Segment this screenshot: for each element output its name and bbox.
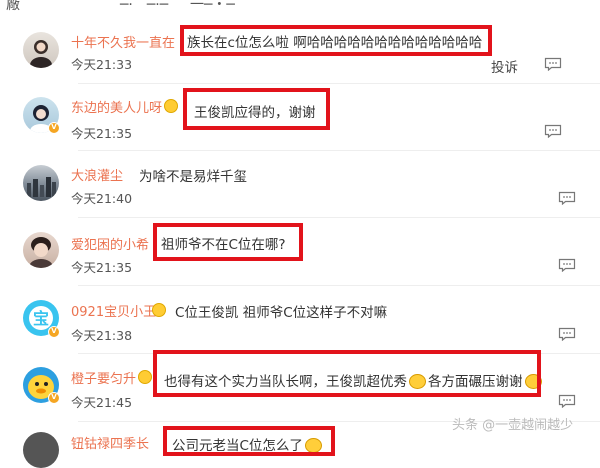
username[interactable]: 0921宝贝小王: [71, 301, 156, 320]
avatar[interactable]: [23, 432, 59, 468]
reply-icon[interactable]: [558, 191, 576, 205]
highlight-box: [183, 88, 330, 130]
fan-badge-icon: [164, 99, 178, 113]
fan-badge-icon: [152, 303, 166, 317]
highlight-box: [153, 223, 303, 261]
username[interactable]: 东边的美人儿呀: [71, 97, 162, 116]
highlight-box: [163, 426, 335, 456]
verified-badge-icon: V: [48, 326, 60, 338]
divider: [78, 217, 600, 218]
username[interactable]: 十年不久我一直在: [71, 32, 175, 51]
reply-icon[interactable]: [558, 327, 576, 341]
timestamp: 今天21:33: [71, 57, 133, 72]
reply-icon[interactable]: [558, 258, 576, 272]
fragment-left: 厰: [6, 0, 20, 13]
username[interactable]: 大浪灌尘: [71, 165, 123, 184]
divider: [78, 285, 600, 286]
verified-badge-icon: V: [48, 392, 60, 404]
fan-badge-icon: [138, 370, 152, 384]
comment-text: 为啥不是易烊千玺: [139, 169, 247, 185]
timestamp: 今天21:35: [71, 260, 133, 275]
avatar[interactable]: [23, 165, 59, 201]
watermark: 头条 @一壶越闹越少: [452, 418, 574, 433]
timestamp: 今天21:35: [71, 126, 133, 141]
verified-badge-icon: V: [48, 122, 60, 134]
highlight-box: [180, 25, 492, 56]
username[interactable]: 爱犯困的小希: [71, 234, 149, 253]
reply-icon[interactable]: [558, 394, 576, 408]
divider: [78, 83, 600, 84]
timestamp: 今天21:38: [71, 328, 133, 343]
report-button[interactable]: 投诉: [491, 56, 518, 76]
fragment-right: 一─・─: [190, 0, 235, 13]
username[interactable]: 橙子要匀升: [71, 368, 136, 387]
svg-text:宝: 宝: [33, 309, 49, 328]
timestamp: 今天21:45: [71, 395, 133, 410]
highlight-box: [153, 350, 541, 397]
avatar[interactable]: [23, 32, 59, 68]
reply-icon[interactable]: [544, 57, 562, 71]
reply-icon[interactable]: [544, 124, 562, 138]
fragment-mid: ─· ─·─: [120, 0, 169, 13]
avatar[interactable]: [23, 232, 59, 268]
timestamp: 今天21:40: [71, 191, 133, 206]
previous-comment-fragment: 厰 ─· ─·─ 一─・─: [0, 0, 600, 18]
comment-text: C位王俊凯 祖师爷C位这样子不对嘛: [175, 305, 388, 321]
divider: [78, 150, 600, 151]
